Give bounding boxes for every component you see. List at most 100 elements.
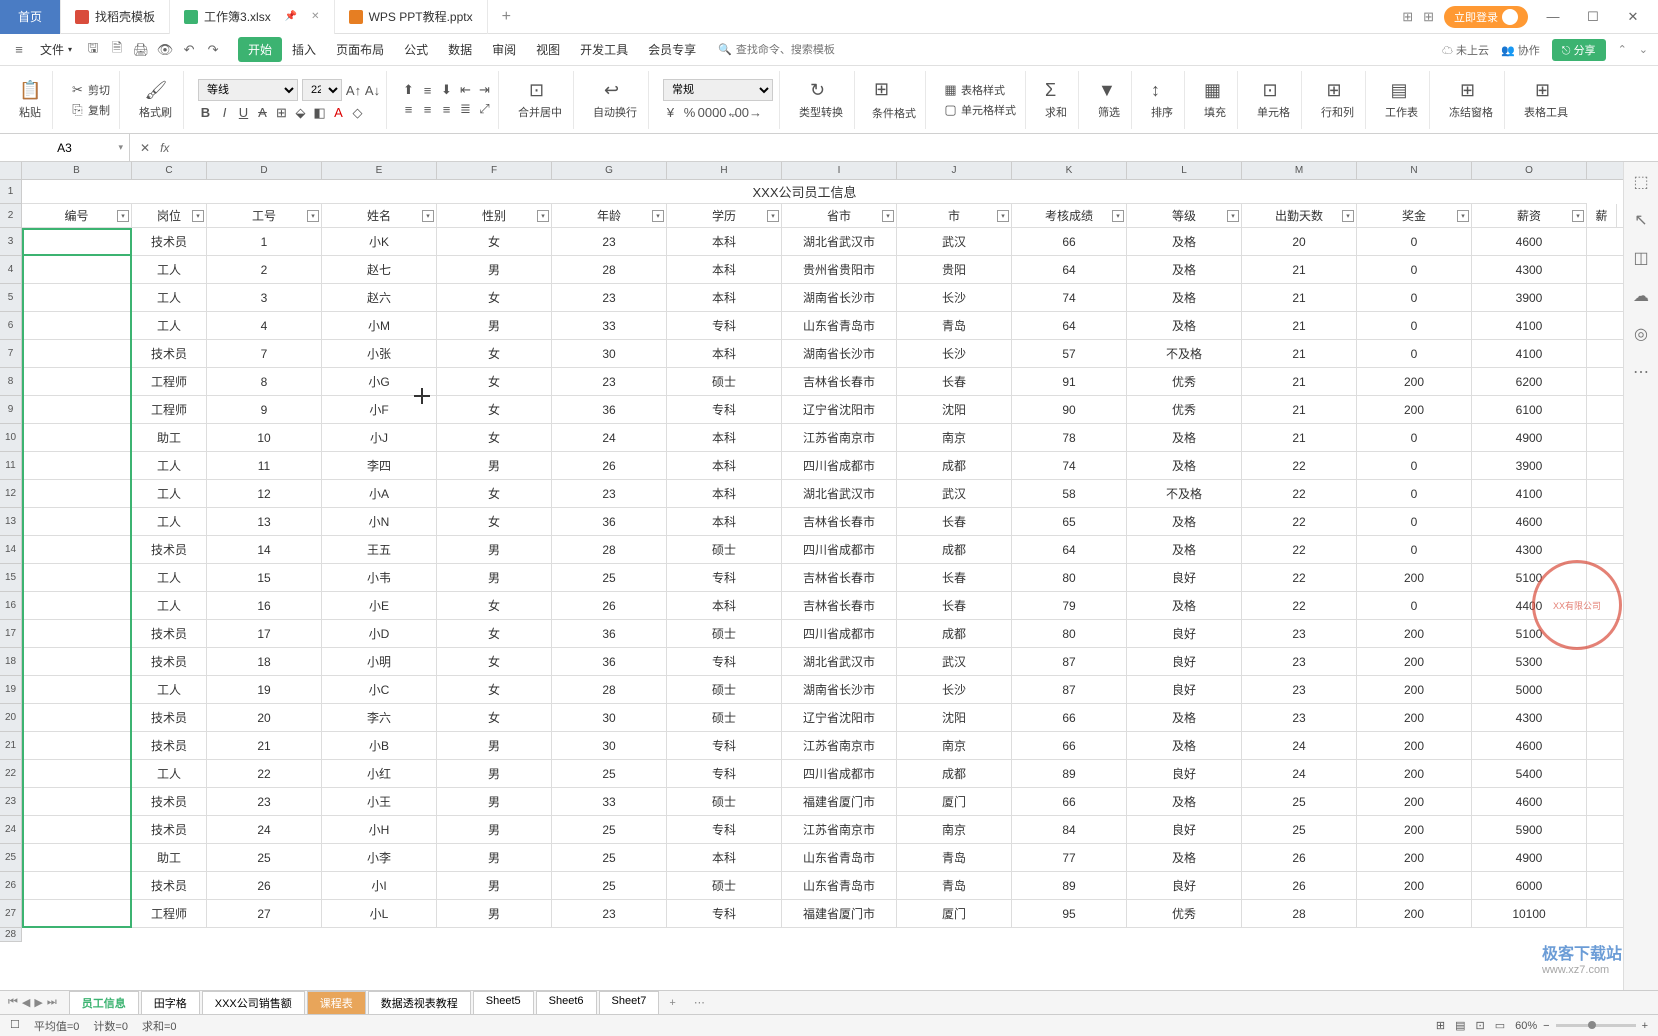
- data-cell[interactable]: 24: [1242, 732, 1357, 759]
- apps-icon[interactable]: ⊞: [1423, 9, 1434, 25]
- col-header-D[interactable]: D: [207, 162, 322, 179]
- data-cell[interactable]: 江苏省南京市: [782, 424, 897, 451]
- data-cell[interactable]: 良好: [1127, 564, 1242, 591]
- data-cell[interactable]: 4600: [1472, 508, 1587, 535]
- data-cell[interactable]: 硕士: [667, 536, 782, 563]
- data-cell[interactable]: 辽宁省沈阳市: [782, 396, 897, 423]
- data-cell[interactable]: 福建省厦门市: [782, 788, 897, 815]
- ribbon-tab-公式[interactable]: 公式: [394, 37, 438, 62]
- data-cell[interactable]: 36: [552, 508, 667, 535]
- data-cell[interactable]: 专科: [667, 732, 782, 759]
- data-cell[interactable]: [22, 312, 132, 339]
- align-bottom-icon[interactable]: ⬇: [439, 83, 454, 98]
- zoom-out-icon[interactable]: −: [1543, 1020, 1549, 1032]
- data-cell[interactable]: 本科: [667, 284, 782, 311]
- data-cell[interactable]: 良好: [1127, 872, 1242, 899]
- increase-font-icon[interactable]: A↑: [346, 83, 361, 98]
- data-cell[interactable]: [22, 704, 132, 731]
- data-cell[interactable]: 2: [207, 256, 322, 283]
- data-cell[interactable]: 工人: [132, 284, 207, 311]
- percent-icon[interactable]: %: [682, 105, 697, 120]
- data-cell[interactable]: 200: [1357, 676, 1472, 703]
- ribbon-tab-会员专享[interactable]: 会员专享: [638, 37, 706, 62]
- data-cell[interactable]: 0: [1357, 228, 1472, 255]
- data-cell[interactable]: 25: [552, 760, 667, 787]
- data-cell[interactable]: 0: [1357, 536, 1472, 563]
- data-cell[interactable]: 工人: [132, 312, 207, 339]
- data-cell[interactable]: 28: [552, 676, 667, 703]
- data-cell[interactable]: 江苏省南京市: [782, 816, 897, 843]
- data-cell[interactable]: 小韦: [322, 564, 437, 591]
- ribbon-tab-插入[interactable]: 插入: [282, 37, 326, 62]
- data-cell[interactable]: 硕士: [667, 368, 782, 395]
- data-cell[interactable]: 湖南省长沙市: [782, 340, 897, 367]
- data-cell[interactable]: 工人: [132, 676, 207, 703]
- data-cell[interactable]: 小B: [322, 732, 437, 759]
- data-cell[interactable]: 长沙: [897, 676, 1012, 703]
- data-cell[interactable]: 小王: [322, 788, 437, 815]
- data-cell[interactable]: 28: [1242, 900, 1357, 927]
- data-cell[interactable]: 工人: [132, 760, 207, 787]
- data-cell[interactable]: 20: [207, 704, 322, 731]
- merge-center-button[interactable]: ⊡合并居中: [513, 78, 567, 122]
- data-cell[interactable]: [22, 508, 132, 535]
- data-cell[interactable]: 技术员: [132, 816, 207, 843]
- data-cell[interactable]: 女: [437, 368, 552, 395]
- data-cell[interactable]: 0: [1357, 284, 1472, 311]
- data-cell[interactable]: 21: [207, 732, 322, 759]
- col-header-N[interactable]: N: [1357, 162, 1472, 179]
- data-cell[interactable]: 10: [207, 424, 322, 451]
- select-all-corner[interactable]: [0, 162, 22, 179]
- print-icon[interactable]: 🖨: [132, 41, 150, 59]
- col-header-K[interactable]: K: [1012, 162, 1127, 179]
- data-cell[interactable]: 小F: [322, 396, 437, 423]
- row-header-5[interactable]: 5: [0, 284, 22, 312]
- data-cell[interactable]: 4300: [1472, 536, 1587, 563]
- data-cell[interactable]: 良好: [1127, 760, 1242, 787]
- title-merged-cell[interactable]: XXX公司员工信息: [22, 180, 1587, 204]
- data-cell[interactable]: 0: [1357, 424, 1472, 451]
- sheet-tab-员工信息[interactable]: 员工信息: [69, 991, 139, 1014]
- doc-tab-spreadsheet[interactable]: 工作簿3.xlsx 📌 ✕: [170, 0, 335, 34]
- data-cell[interactable]: 22: [207, 760, 322, 787]
- data-cell[interactable]: 成都: [897, 536, 1012, 563]
- data-cell[interactable]: 4900: [1472, 844, 1587, 871]
- view-page-icon[interactable]: ▤: [1455, 1019, 1465, 1032]
- data-cell[interactable]: 17: [207, 620, 322, 647]
- data-cell[interactable]: 57: [1012, 340, 1127, 367]
- data-cell[interactable]: 成都: [897, 620, 1012, 647]
- sheet-nav-last-icon[interactable]: ⏭: [47, 996, 57, 1009]
- data-cell[interactable]: 本科: [667, 340, 782, 367]
- data-cell[interactable]: 及格: [1127, 228, 1242, 255]
- comma-icon[interactable]: 000: [701, 105, 716, 120]
- data-cell[interactable]: 武汉: [897, 480, 1012, 507]
- row-header-27[interactable]: 27: [0, 900, 22, 928]
- data-cell[interactable]: 及格: [1127, 592, 1242, 619]
- format-painter-button[interactable]: 🖌格式刷: [134, 78, 177, 122]
- data-cell[interactable]: 硕士: [667, 788, 782, 815]
- data-cell[interactable]: 吉林省长春市: [782, 592, 897, 619]
- data-cell[interactable]: 武汉: [897, 648, 1012, 675]
- data-cell[interactable]: 赵七: [322, 256, 437, 283]
- row-header-24[interactable]: 24: [0, 816, 22, 844]
- data-cell[interactable]: [22, 368, 132, 395]
- underline-icon[interactable]: U: [236, 105, 251, 120]
- data-cell[interactable]: [22, 228, 132, 255]
- align-left-icon[interactable]: ≡: [401, 102, 416, 117]
- data-cell[interactable]: 200: [1357, 844, 1472, 871]
- data-cell[interactable]: [22, 452, 132, 479]
- data-cell[interactable]: 女: [437, 592, 552, 619]
- border-icon[interactable]: ⊞: [274, 105, 289, 120]
- data-cell[interactable]: 良好: [1127, 676, 1242, 703]
- sheet-tab-Sheet7[interactable]: Sheet7: [599, 991, 660, 1014]
- data-cell[interactable]: 24: [1242, 760, 1357, 787]
- data-cell[interactable]: [22, 816, 132, 843]
- data-cell[interactable]: 90: [1012, 396, 1127, 423]
- data-cell[interactable]: 技术员: [132, 732, 207, 759]
- data-cell[interactable]: 66: [1012, 788, 1127, 815]
- data-cell[interactable]: 南京: [897, 732, 1012, 759]
- font-color-icon[interactable]: A: [331, 105, 346, 120]
- data-cell[interactable]: 21: [1242, 424, 1357, 451]
- data-cell[interactable]: 0: [1357, 452, 1472, 479]
- data-cell[interactable]: 25: [207, 844, 322, 871]
